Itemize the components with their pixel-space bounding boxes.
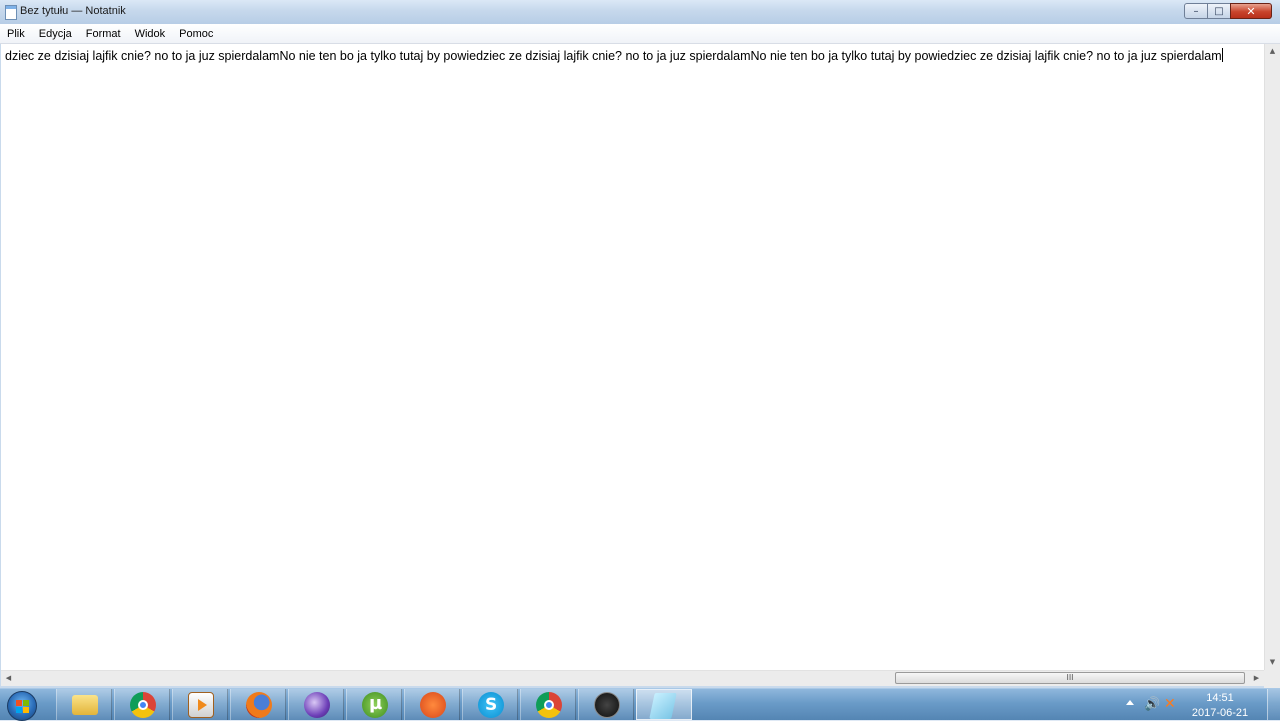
horizontal-scroll-thumb[interactable]: III <box>895 672 1245 684</box>
caption-buttons: – □ ✕ <box>1184 3 1272 20</box>
scroll-down-arrow-icon[interactable]: ▼ <box>1265 655 1280 670</box>
utorrent-icon <box>362 692 388 718</box>
firefox-icon <box>246 692 272 718</box>
close-button[interactable]: ✕ <box>1230 3 1272 19</box>
editor-text: dziec ze dzisiaj lajfik cnie? no to ja j… <box>5 49 1222 63</box>
skype-icon <box>478 692 504 718</box>
show-hidden-icons-arrow-icon[interactable] <box>1126 700 1134 705</box>
text-caret <box>1221 48 1223 62</box>
taskbar-button-utorrent[interactable] <box>346 689 402 720</box>
scroll-left-arrow-icon[interactable]: ◀ <box>1 671 16 686</box>
chrome-icon <box>130 692 156 718</box>
menu-view[interactable]: Widok <box>128 25 173 43</box>
purple-app-icon <box>304 692 330 718</box>
editor-text-line[interactable]: dziec ze dzisiaj lajfik cnie? no to ja j… <box>5 48 1223 63</box>
title-bar[interactable]: Bez tytułu — Notatnik – □ ✕ <box>0 0 1280 24</box>
scroll-right-arrow-icon[interactable]: ▶ <box>1249 671 1264 686</box>
clock-date[interactable]: 2017-06-21 <box>1190 707 1250 720</box>
menu-edit[interactable]: Edycja <box>32 25 79 43</box>
taskbar-button-media-player[interactable] <box>172 689 228 720</box>
folder-icon <box>72 695 98 715</box>
maximize-button[interactable]: □ <box>1207 3 1231 19</box>
notepad-window: Bez tytułu — Notatnik – □ ✕ Plik Edycja … <box>0 0 1280 688</box>
notepad-icon <box>649 693 677 719</box>
clock-time[interactable]: 14:51 <box>1190 692 1250 704</box>
volume-icon[interactable]: 🔊 <box>1144 697 1160 712</box>
menu-format[interactable]: Format <box>79 25 128 43</box>
taskbar-button-chrome[interactable] <box>114 689 170 720</box>
taskbar-button-chrome-2[interactable] <box>520 689 576 720</box>
chrome-icon <box>536 692 562 718</box>
horizontal-scrollbar[interactable]: ◀ III ▶ <box>1 670 1264 686</box>
taskbar: 🔊 ✕ 14:51 2017-06-21 <box>0 688 1280 721</box>
system-tray: 🔊 ✕ 14:51 2017-06-21 <box>1120 689 1280 720</box>
obs-icon <box>594 692 620 718</box>
taskbar-button-skype[interactable] <box>462 689 518 720</box>
menu-bar: Plik Edycja Format Widok Pomoc <box>0 24 1280 44</box>
menu-file[interactable]: Plik <box>0 25 32 43</box>
taskbar-button-firefox[interactable] <box>230 689 286 720</box>
network-icon[interactable]: ✕ <box>1164 696 1176 712</box>
window-title: Bez tytułu — Notatnik <box>20 5 126 17</box>
taskbar-button-orange-app[interactable] <box>404 689 460 720</box>
vertical-scrollbar[interactable]: ▲ ▼ <box>1264 44 1280 670</box>
media-player-icon <box>188 692 214 718</box>
taskbar-button-explorer[interactable] <box>56 689 112 720</box>
menu-help[interactable]: Pomoc <box>172 25 220 43</box>
taskbar-button-purple-app[interactable] <box>288 689 344 720</box>
orange-app-icon <box>420 692 446 718</box>
taskbar-button-obs[interactable] <box>578 689 634 720</box>
start-button[interactable] <box>7 691 37 721</box>
minimize-button[interactable]: – <box>1184 3 1208 19</box>
scroll-up-arrow-icon[interactable]: ▲ <box>1265 44 1280 59</box>
taskbar-button-notepad[interactable] <box>636 689 692 720</box>
size-grip[interactable] <box>1264 670 1280 688</box>
notepad-icon <box>5 5 17 20</box>
text-editor-area[interactable]: dziec ze dzisiaj lajfik cnie? no to ja j… <box>1 44 1264 670</box>
show-desktop-button[interactable] <box>1267 689 1280 720</box>
